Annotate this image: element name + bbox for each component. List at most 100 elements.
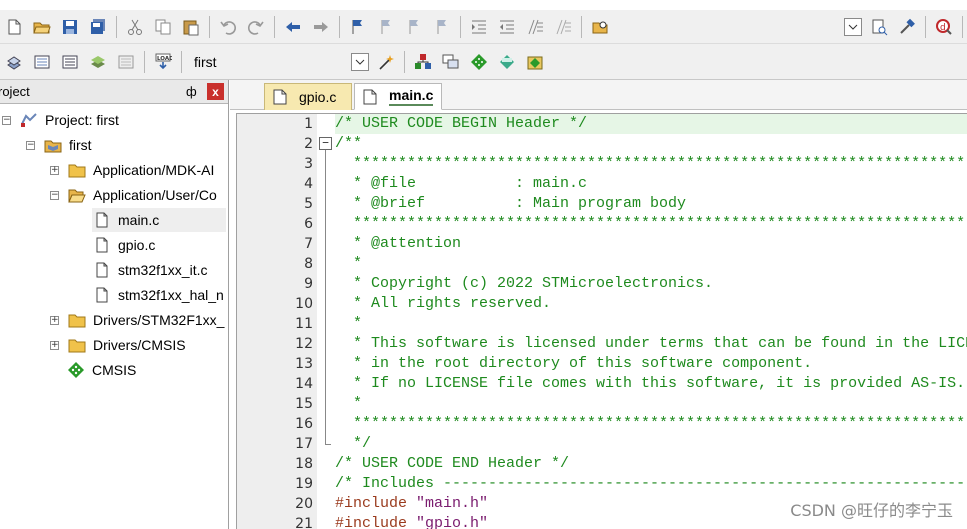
manage-project-items-button[interactable] xyxy=(412,51,434,73)
insert-bookmark-button[interactable] xyxy=(347,16,369,38)
build-button[interactable] xyxy=(31,51,53,73)
tree-item[interactable]: main.c xyxy=(92,208,226,232)
tree-item[interactable]: + Application/MDK-AI xyxy=(50,158,214,182)
pin-icon[interactable]: ф xyxy=(186,84,197,99)
redo-button[interactable] xyxy=(245,16,267,38)
uncomment-button[interactable] xyxy=(552,16,574,38)
open-file-button[interactable] xyxy=(31,16,53,38)
download-button[interactable]: LOAD xyxy=(152,51,174,73)
find-in-files-button[interactable] xyxy=(589,16,611,38)
arrow-left-icon xyxy=(286,21,300,32)
code-line: * This software is licensed under terms … xyxy=(353,335,967,352)
navigate-back-button[interactable] xyxy=(282,16,304,38)
tab-main-c[interactable]: main.c xyxy=(354,83,442,110)
line-number: 12 xyxy=(295,336,313,352)
indent-button[interactable] xyxy=(468,16,490,38)
save-button[interactable] xyxy=(59,16,81,38)
new-file-button[interactable] xyxy=(3,16,25,38)
rebuild-button[interactable] xyxy=(59,51,81,73)
project-items-icon xyxy=(415,53,431,69)
translate-button[interactable] xyxy=(3,51,25,73)
line-number: 10 xyxy=(295,296,313,312)
cut-button[interactable] xyxy=(124,16,146,38)
tree-item[interactable]: − Application/User/Co xyxy=(50,183,217,207)
line-number: 9 xyxy=(304,276,313,292)
line-number: 14 xyxy=(295,376,313,392)
select-packs-button[interactable] xyxy=(524,51,546,73)
load-icon: LOAD xyxy=(155,53,172,69)
paste-button[interactable] xyxy=(180,16,202,38)
line-number: 18 xyxy=(295,456,313,472)
configure-window-button[interactable] xyxy=(440,51,462,73)
expand-icon[interactable]: + xyxy=(50,315,59,325)
toolbar-separator xyxy=(274,15,275,38)
collapse-icon[interactable]: − xyxy=(2,115,11,125)
scissors-icon xyxy=(128,19,142,35)
pack-installer-button[interactable] xyxy=(496,51,518,73)
select-target-combo[interactable]: first xyxy=(190,50,348,74)
prev-bookmark-button[interactable] xyxy=(375,16,397,38)
tree-item-label: Drivers/CMSIS xyxy=(93,337,186,353)
tab-label: main.c xyxy=(389,87,434,106)
manage-run-time-button[interactable] xyxy=(468,51,490,73)
project-panel: roject ф x − Project: first − first + Applica… xyxy=(0,80,229,529)
stop-build-button[interactable] xyxy=(115,51,137,73)
comment-button[interactable] xyxy=(524,16,546,38)
code-line: * All rights reserved. xyxy=(335,295,552,312)
tree-item[interactable]: gpio.c xyxy=(92,233,155,257)
line-number: 3 xyxy=(304,156,313,172)
project-panel-header: roject ф x xyxy=(0,80,228,104)
undo-button[interactable] xyxy=(217,16,239,38)
stop-build-icon xyxy=(118,55,134,68)
save-all-button[interactable] xyxy=(87,16,109,38)
line-number: 5 xyxy=(304,196,313,212)
tree-item[interactable]: − first xyxy=(26,133,92,157)
target-dropdown-button[interactable] xyxy=(351,52,369,71)
copy-button[interactable] xyxy=(152,16,174,38)
expand-icon[interactable]: + xyxy=(50,165,59,175)
batch-build-button[interactable] xyxy=(87,51,109,73)
fold-toggle[interactable]: − xyxy=(319,137,332,150)
tab-gpio-c[interactable]: gpio.c xyxy=(264,83,352,110)
component-icon xyxy=(66,361,86,379)
comment-icon xyxy=(528,19,543,34)
tree-item[interactable]: stm32f1xx_hal_n xyxy=(92,283,224,307)
collapse-icon[interactable]: − xyxy=(50,190,59,200)
next-bookmark-button[interactable] xyxy=(403,16,425,38)
navigate-forward-button[interactable] xyxy=(310,16,332,38)
target-options-button[interactable] xyxy=(375,51,397,73)
rebuild-icon xyxy=(62,55,78,68)
incremental-find-button[interactable] xyxy=(868,16,890,38)
chevron-down-icon xyxy=(848,24,858,30)
unindent-button[interactable] xyxy=(496,16,518,38)
tree-item[interactable]: stm32f1xx_it.c xyxy=(92,258,207,282)
tree-item[interactable]: + Drivers/CMSIS xyxy=(50,333,186,357)
fold-range-end xyxy=(325,444,331,445)
code-editor[interactable]: 1 2 3 4 5 6 7 8 9 10 11 12 13 14 15 16 17 18 19 20 21 − /* U… xyxy=(236,113,967,529)
tree-item[interactable]: − Project: first xyxy=(2,108,119,132)
clipped-title-strip xyxy=(0,0,967,10)
start-debug-button[interactable]: d xyxy=(933,16,955,38)
string-literal: "gpio.h" xyxy=(416,515,489,529)
clear-bookmarks-button[interactable] xyxy=(431,16,453,38)
toolbar-separator xyxy=(925,15,926,38)
run-time-env-icon xyxy=(471,53,487,70)
find-dropdown-button[interactable] xyxy=(844,17,862,36)
magic-wand-icon xyxy=(379,54,394,70)
debug-hammer-button[interactable] xyxy=(896,16,918,38)
open-folder-icon xyxy=(33,22,51,33)
svg-text:LOAD: LOAD xyxy=(157,56,172,62)
paste-icon xyxy=(183,20,199,35)
close-panel-button[interactable]: x xyxy=(207,83,224,100)
code-line: /* Includes ----------------------------… xyxy=(335,475,967,492)
code-text-area[interactable]: /* USER CODE BEGIN Header *//** ********… xyxy=(335,114,967,529)
tree-item[interactable]: + Drivers/STM32F1xx_ xyxy=(50,308,224,332)
line-number: 13 xyxy=(295,356,313,372)
toolbar-separator xyxy=(962,15,963,38)
toolbar-separator xyxy=(209,15,210,38)
tree-item[interactable]: CMSIS xyxy=(66,358,136,382)
line-number: 17 xyxy=(295,436,313,452)
collapse-icon[interactable]: − xyxy=(26,140,35,150)
expand-icon[interactable]: + xyxy=(50,340,59,350)
tree-item-label: stm32f1xx_it.c xyxy=(118,262,208,278)
